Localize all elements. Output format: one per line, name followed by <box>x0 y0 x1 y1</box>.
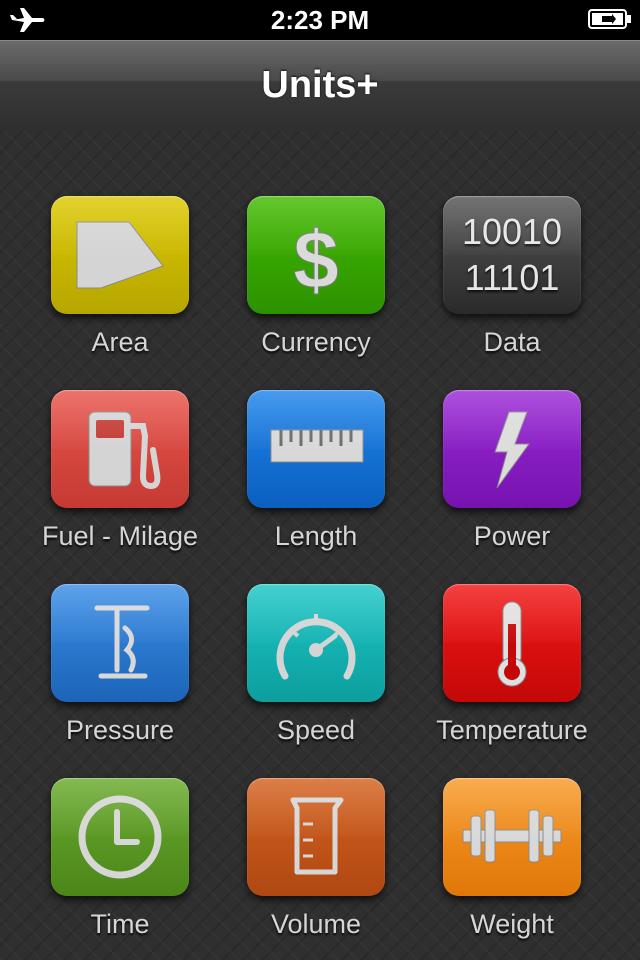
units-grid: Area $ Currency 10010 11101 Data Fuel - … <box>0 129 640 960</box>
tile-temperature-icon-box <box>443 584 581 702</box>
battery-charging-icon <box>588 9 631 29</box>
tile-weight[interactable]: Weight <box>414 778 610 958</box>
data-line-2: 11101 <box>464 257 560 298</box>
pump-icon <box>94 605 150 679</box>
dumbbell-icon <box>462 809 562 863</box>
tile-power[interactable]: Power <box>414 390 610 570</box>
data-line-1: 10010 <box>461 211 563 252</box>
tile-speed-icon-box <box>247 584 385 702</box>
lightning-icon <box>494 411 530 489</box>
tile-area[interactable]: Area <box>22 196 218 376</box>
tile-label: Weight <box>470 909 554 939</box>
tile-power-icon-box <box>443 390 581 508</box>
tile-time[interactable]: Time <box>22 778 218 958</box>
page-title: Units+ <box>261 64 379 106</box>
clock-icon <box>78 795 162 879</box>
tile-length-icon-box <box>247 390 385 508</box>
tile-weight-icon-box <box>443 778 581 896</box>
tile-label: Temperature <box>436 715 588 745</box>
navigation-bar: Units+ <box>0 40 640 130</box>
fuel-pump-icon <box>88 411 161 490</box>
tile-length[interactable]: Length <box>218 390 414 570</box>
beaker-icon <box>290 797 344 875</box>
tile-pressure-icon-box <box>51 584 189 702</box>
dollar-icon: $ <box>293 215 340 307</box>
tile-data[interactable]: 10010 11101 Data <box>414 196 610 376</box>
tile-currency[interactable]: $ Currency <box>218 196 414 376</box>
status-time: 2:23 PM <box>270 5 370 35</box>
tile-speed[interactable]: Speed <box>218 584 414 764</box>
tile-pressure[interactable]: Pressure <box>22 584 218 764</box>
tile-fuel-milage[interactable]: Fuel - Milage <box>22 390 218 570</box>
status-bar: 2:23 PM <box>0 0 640 40</box>
ruler-icon <box>270 429 364 463</box>
tile-volume[interactable]: Volume <box>218 778 414 958</box>
thermometer-icon <box>497 601 527 687</box>
speedometer-icon <box>276 614 356 680</box>
tile-time-icon-box <box>51 778 189 896</box>
tile-fuel-icon-box <box>51 390 189 508</box>
svg-text:$: $ <box>293 215 339 306</box>
tile-data-icon-box: 10010 11101 <box>443 196 581 314</box>
tile-volume-icon-box <box>247 778 385 896</box>
tile-temperature[interactable]: Temperature <box>414 584 610 764</box>
tile-area-icon-box <box>51 196 189 314</box>
tile-currency-icon-box: $ <box>247 196 385 314</box>
tile-label: Data <box>483 327 541 357</box>
tile-label: Power <box>473 521 551 551</box>
area-shape-icon <box>76 221 164 289</box>
